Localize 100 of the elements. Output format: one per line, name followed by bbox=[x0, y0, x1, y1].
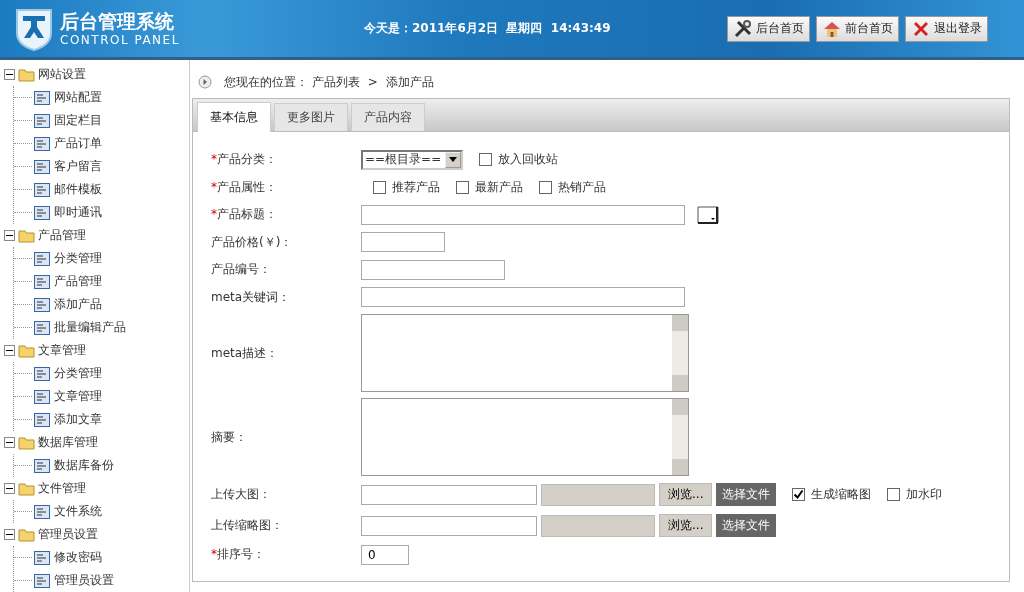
scrollbar[interactable] bbox=[672, 399, 688, 475]
sidebar-group[interactable]: 管理员设置 bbox=[38, 526, 98, 543]
sidebar-item[interactable]: 即时通讯 bbox=[54, 204, 102, 221]
collapse-toggle-icon[interactable] bbox=[4, 69, 15, 80]
required-mark: * bbox=[211, 179, 217, 194]
sidebar-item[interactable]: 修改密码 bbox=[54, 549, 102, 566]
tab[interactable]: 更多图片 bbox=[274, 103, 348, 131]
sidebar-item[interactable]: 数据库备份 bbox=[54, 457, 114, 474]
checkbox-label: 热销产品 bbox=[558, 178, 606, 196]
sidebar-item[interactable]: 产品订单 bbox=[54, 135, 102, 152]
sidebar-item[interactable]: 邮件模板 bbox=[54, 181, 102, 198]
checkbox[interactable] bbox=[887, 488, 901, 501]
field-label: 上传缩略图： bbox=[211, 518, 283, 532]
breadcrumb-current: 添加产品 bbox=[385, 73, 434, 91]
tab[interactable]: 基本信息 bbox=[197, 102, 271, 132]
checkbox-label: 加水印 bbox=[906, 486, 943, 503]
field-label: 产品标题： bbox=[217, 207, 277, 222]
category-dropdown[interactable]: ==根目录== bbox=[361, 149, 464, 170]
browse-button[interactable]: 浏览... bbox=[659, 514, 713, 537]
sidebar-item[interactable]: 固定栏目 bbox=[54, 112, 102, 129]
field-label: 上传大图： bbox=[211, 487, 271, 501]
input-field[interactable] bbox=[361, 232, 445, 253]
nav-button[interactable]: 前台首页 bbox=[816, 15, 899, 42]
page-icon bbox=[34, 136, 50, 151]
tab[interactable]: 产品内容 bbox=[351, 103, 425, 131]
sidebar-item[interactable]: 分类管理 bbox=[54, 365, 102, 382]
date-text: 今天是：2011年6月2日 星期四 14:43:49 bbox=[364, 20, 611, 37]
field-label: meta关键词： bbox=[211, 289, 291, 304]
collapse-toggle-icon[interactable] bbox=[4, 483, 15, 494]
required-mark: * bbox=[211, 152, 217, 167]
color-picker-icon[interactable] bbox=[697, 205, 719, 224]
text-area[interactable] bbox=[361, 398, 689, 476]
sidebar-group[interactable]: 网站设置 bbox=[38, 66, 86, 83]
checkbox[interactable] bbox=[792, 488, 806, 501]
input-field[interactable] bbox=[361, 515, 537, 536]
folder-icon bbox=[18, 527, 36, 542]
checkbox-label: 推荐产品 bbox=[392, 178, 440, 196]
page-icon bbox=[34, 389, 50, 404]
file-path-field[interactable] bbox=[541, 514, 655, 537]
sidebar-item[interactable]: 客户留言 bbox=[54, 158, 102, 175]
checkbox[interactable] bbox=[539, 180, 552, 194]
input-field[interactable] bbox=[361, 259, 505, 280]
sidebar-item[interactable]: 文章管理 bbox=[54, 388, 102, 405]
page-icon bbox=[34, 182, 50, 197]
choose-file-button[interactable]: 选择文件 bbox=[716, 514, 777, 537]
sidebar-item[interactable]: 添加产品 bbox=[54, 296, 102, 313]
field-label: 产品属性： bbox=[217, 179, 277, 194]
page-icon bbox=[34, 274, 50, 289]
breadcrumb-link[interactable]: 产品列表 bbox=[312, 73, 360, 91]
folder-icon bbox=[18, 481, 36, 496]
scrollbar[interactable] bbox=[672, 315, 688, 391]
sidebar-group[interactable]: 数据库管理 bbox=[38, 434, 98, 451]
page-icon bbox=[34, 113, 50, 128]
collapse-toggle-icon[interactable] bbox=[4, 437, 15, 448]
page-icon bbox=[34, 504, 50, 519]
shield-logo-icon bbox=[14, 6, 54, 51]
nav-button[interactable]: 后台首页 bbox=[727, 15, 810, 42]
page-icon bbox=[34, 297, 50, 312]
sidebar-item[interactable]: 添加文章 bbox=[54, 411, 102, 428]
required-mark: * bbox=[211, 207, 217, 222]
page-icon bbox=[34, 366, 50, 381]
sidebar-group[interactable]: 文章管理 bbox=[38, 342, 86, 359]
text-area[interactable] bbox=[361, 314, 689, 392]
folder-icon bbox=[18, 67, 36, 82]
app-title: 后台管理系统 bbox=[60, 11, 175, 31]
input-field[interactable] bbox=[361, 484, 537, 505]
sidebar-group[interactable]: 产品管理 bbox=[38, 227, 86, 244]
collapse-toggle-icon[interactable] bbox=[4, 345, 15, 356]
checkbox[interactable] bbox=[456, 180, 469, 194]
input-field[interactable]: 0 bbox=[361, 544, 409, 565]
file-path-field[interactable] bbox=[541, 483, 655, 506]
collapse-toggle-icon[interactable] bbox=[4, 230, 15, 241]
app-subtitle: CONTROL PANEL bbox=[60, 33, 180, 46]
breadcrumb-label: 您现在的位置： bbox=[224, 73, 308, 91]
checkbox[interactable] bbox=[479, 153, 493, 167]
collapse-toggle-icon[interactable] bbox=[4, 529, 15, 540]
breadcrumb-separator: > bbox=[366, 75, 379, 89]
sidebar-item[interactable]: 分类管理 bbox=[54, 250, 102, 267]
sidebar-group[interactable]: 文件管理 bbox=[38, 480, 86, 497]
page-icon bbox=[34, 205, 50, 220]
sidebar-item[interactable]: 批量编辑产品 bbox=[54, 319, 126, 336]
choose-file-button[interactable]: 选择文件 bbox=[716, 483, 777, 506]
input-field[interactable] bbox=[361, 287, 685, 308]
checkbox[interactable] bbox=[373, 180, 386, 194]
dropdown-arrow-icon bbox=[449, 157, 458, 163]
sidebar-item[interactable]: 文件系统 bbox=[54, 503, 102, 520]
field-label: 产品编号： bbox=[211, 262, 271, 277]
sidebar-item[interactable]: 产品管理 bbox=[54, 273, 102, 290]
input-field[interactable] bbox=[361, 204, 685, 225]
logout-button[interactable]: 退出登录 bbox=[905, 15, 988, 42]
sidebar-item[interactable]: 管理员设置 bbox=[54, 572, 114, 589]
browse-button[interactable]: 浏览... bbox=[659, 483, 713, 506]
field-label: meta描述： bbox=[211, 345, 279, 360]
sidebar-item[interactable]: 网站配置 bbox=[54, 89, 102, 106]
page-icon bbox=[34, 90, 50, 105]
field-label: 产品分类： bbox=[217, 152, 277, 167]
field-label: 排序号： bbox=[217, 547, 265, 562]
page-icon bbox=[34, 251, 50, 266]
folder-icon bbox=[18, 435, 36, 450]
required-mark: * bbox=[211, 547, 217, 562]
